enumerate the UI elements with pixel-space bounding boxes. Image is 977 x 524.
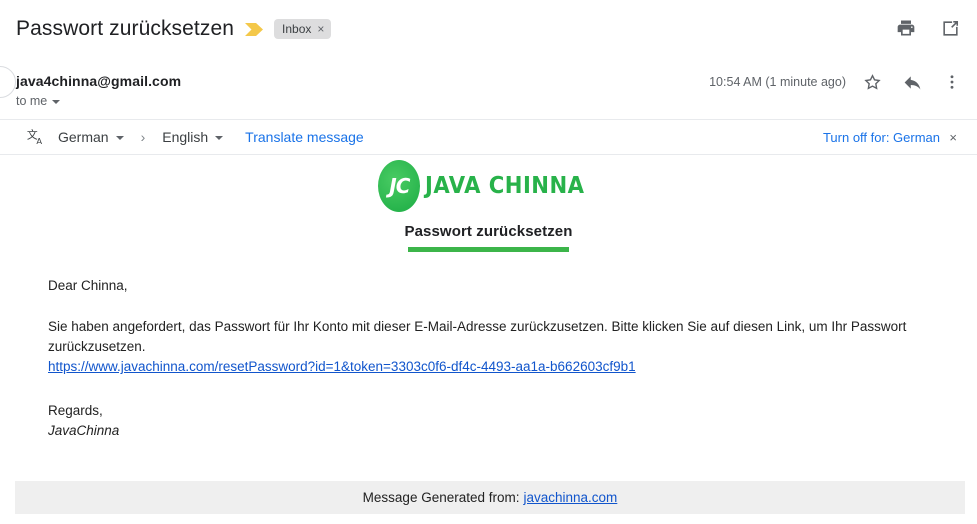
svg-text:A: A [36,136,42,146]
gmail-message-view: Passwort zurücksetzen Inbox × java4chinn… [0,0,977,524]
label-chip-remove-icon[interactable]: × [317,23,324,35]
label-chip-inbox[interactable]: Inbox × [274,19,332,39]
logo-initials: JC [389,174,410,198]
turn-off-translation-button[interactable]: Turn off for: German [823,130,940,145]
email-closing: Regards, [48,403,103,418]
page-title: Passwort zurücksetzen [16,17,235,40]
recipient-label: to me [16,94,48,108]
brand-logo: JC JAVA CHINNA [0,160,977,212]
email-paragraph: Sie haben angefordert, das Passwort für … [48,319,907,354]
message-actions [857,67,967,97]
email-heading-block: Passwort zurücksetzen [0,222,977,252]
translate-message-button[interactable]: Translate message [245,129,364,145]
translate-bar: 文 A German › English Translate message T… [0,119,977,155]
avatar[interactable] [0,66,16,98]
language-direction-arrow-icon: › [140,129,146,145]
target-language-label: English [162,129,209,145]
email-greeting: Dear Chinna, [48,278,128,293]
close-translate-bar-icon[interactable]: × [949,131,957,144]
chevron-down-icon [52,100,61,104]
email-heading: Passwort zurücksetzen [404,223,573,240]
email-body: JC JAVA CHINNA Passwort zurücksetzen Dea… [0,156,977,481]
sender-row: java4chinna@gmail.com to me 10:54 AM (1 … [0,60,977,118]
target-language-select[interactable]: English [162,129,224,145]
email-signature: JavaChinna [48,423,120,438]
subject-actions [891,13,965,43]
important-arrow-icon[interactable] [245,22,264,36]
recipient-toggle[interactable]: to me [16,93,61,109]
chevron-down-icon [215,136,224,140]
password-reset-link[interactable]: https://www.javachinna.com/resetPassword… [48,357,908,377]
print-button[interactable] [891,13,921,43]
heading-underline-divider [408,247,569,252]
sender-address: java4chinna@gmail.com [16,73,182,89]
message-timestamp: 10:54 AM (1 minute ago) [709,75,846,89]
logo-mark-icon: JC [378,160,421,212]
open-in-new-window-button[interactable] [935,13,965,43]
source-language-select[interactable]: German [58,129,124,145]
label-chip-text: Inbox [282,22,312,36]
footer-text: Message Generated from: [362,490,520,505]
email-footer: Message Generated from: javachinna.com [15,481,965,514]
email-content: Dear Chinna, Sie haben angefordert, das … [48,276,908,441]
reply-button[interactable] [897,67,927,97]
source-language-label: German [58,129,109,145]
star-button[interactable] [857,67,887,97]
logo-wordmark: JAVA CHINNA [425,172,585,199]
chevron-down-icon [115,136,124,140]
more-options-button[interactable] [937,67,967,97]
footer-site-link[interactable]: javachinna.com [524,490,618,505]
translate-icon: 文 A [26,127,46,147]
subject-row: Passwort zurücksetzen Inbox × [0,0,977,58]
